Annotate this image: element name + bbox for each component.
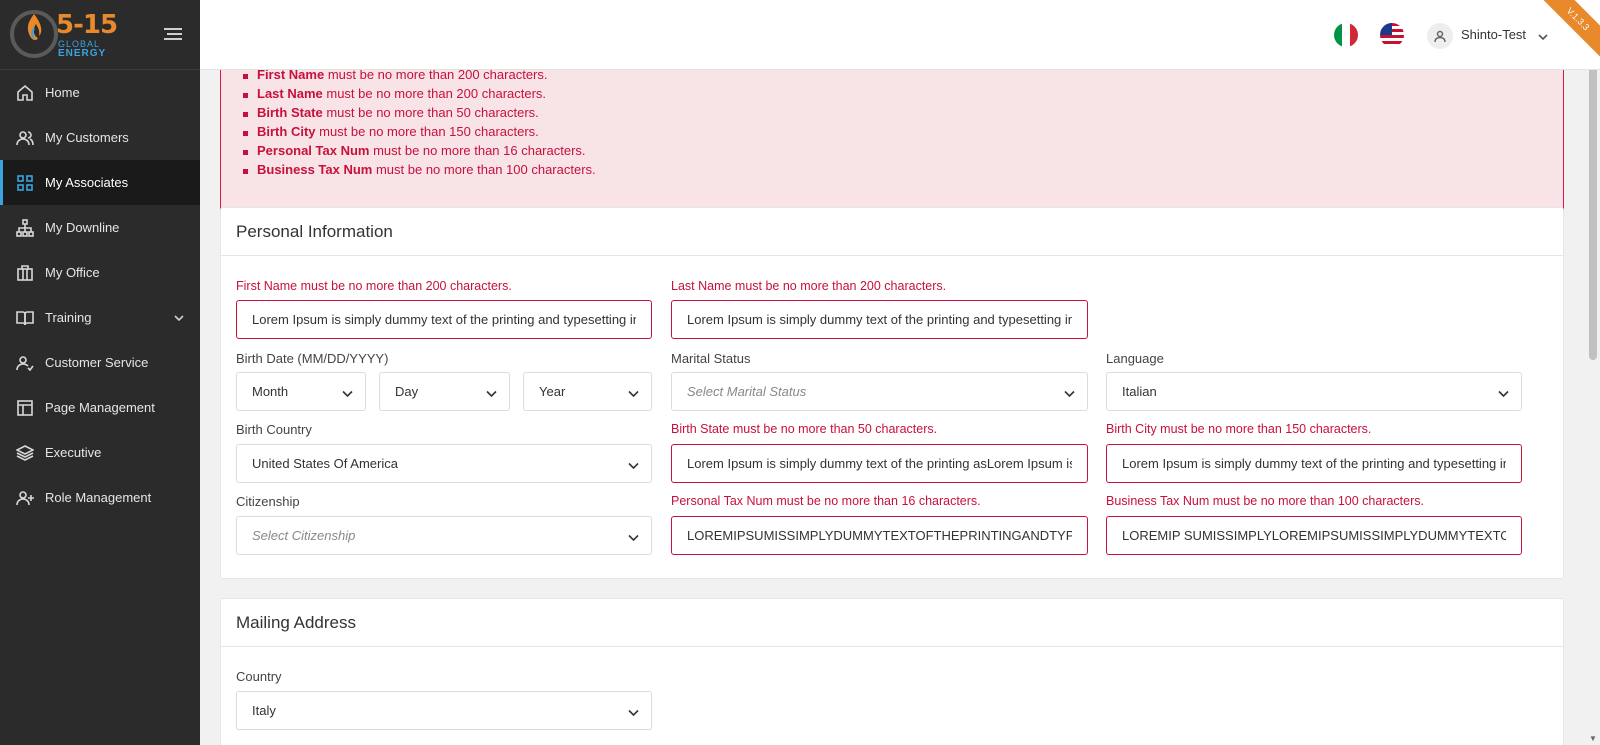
sidebar-item-label: My Associates <box>45 175 129 190</box>
chevron-down-icon[interactable] <box>1538 30 1548 41</box>
book-icon <box>16 309 34 327</box>
chevron-down-icon <box>342 387 353 398</box>
birth-state-input[interactable]: Lorem Ipsum is simply dummy text of the … <box>671 444 1088 483</box>
birth-year-select[interactable]: Year <box>523 372 652 411</box>
sidebar-item-label: Role Management <box>45 490 152 505</box>
chevron-down-icon <box>628 387 639 398</box>
logo-area: 5-15 GLOBAL ENERGY <box>0 0 200 70</box>
sidebar-item-label: Customer Service <box>45 355 149 370</box>
page-scrollbar[interactable]: ▼ <box>1586 60 1600 745</box>
sidebar-item-executive[interactable]: Executive <box>0 430 200 475</box>
mailing-address-card: Mailing Address Country Italy <box>220 598 1564 745</box>
last-name-input[interactable]: Lorem Ipsum is simply dummy text of the … <box>671 300 1088 339</box>
last-name-error: Last Name must be no more than 200 chara… <box>671 279 947 293</box>
users-icon <box>16 129 34 147</box>
chevron-down-icon <box>1064 387 1075 398</box>
card-title: Personal Information <box>221 208 1563 256</box>
main-content: First Name must be no more than 200 char… <box>200 70 1586 745</box>
scroll-down-arrow-icon[interactable]: ▼ <box>1589 734 1597 743</box>
birth-date-label: Birth Date (MM/DD/YYYY) <box>236 351 389 366</box>
sidebar: 5-15 GLOBAL ENERGY Home My Customers My … <box>0 0 200 745</box>
sidebar-item-customer-service[interactable]: Customer Service <box>0 340 200 385</box>
home-icon <box>16 84 34 102</box>
sidebar-item-label: Training <box>45 310 92 325</box>
error-item: Business Tax Num must be no more than 10… <box>243 162 596 181</box>
sidebar-item-my-associates[interactable]: My Associates <box>0 160 200 205</box>
business-tax-input[interactable]: LOREMIP SUMISSIMPLYLOREMIPSUMISSIMPLYDUM… <box>1106 516 1522 555</box>
sidebar-item-label: My Downline <box>45 220 120 235</box>
sidebar-item-my-customers[interactable]: My Customers <box>0 115 200 160</box>
layout-icon <box>16 399 34 417</box>
chevron-down-icon <box>174 311 184 322</box>
user-plus-icon <box>16 489 34 507</box>
personal-tax-error: Personal Tax Num must be no more than 16… <box>671 494 981 508</box>
birth-country-select[interactable]: United States Of America <box>236 444 652 483</box>
sidebar-item-label: Executive <box>45 445 102 460</box>
sidebar-item-training[interactable]: Training <box>0 295 200 340</box>
logo-number: 5-15 <box>56 10 118 40</box>
error-list: First Name must be no more than 200 char… <box>243 70 596 181</box>
marital-status-label: Marital Status <box>671 351 751 366</box>
first-name-error: First Name must be no more than 200 char… <box>236 279 512 293</box>
sidebar-item-label: Home <box>45 85 80 100</box>
sidebar-item-role-management[interactable]: Role Management <box>0 475 200 520</box>
italy-flag-icon[interactable] <box>1334 23 1358 47</box>
sidebar-item-my-downline[interactable]: My Downline <box>0 205 200 250</box>
sidebar-item-label: Page Management <box>45 400 155 415</box>
error-item: Birth City must be no more than 150 char… <box>243 124 596 143</box>
user-icon <box>1434 30 1446 43</box>
chevron-down-icon <box>628 459 639 470</box>
birth-city-error: Birth City must be no more than 150 char… <box>1106 422 1372 436</box>
marital-status-select[interactable]: Select Marital Status <box>671 372 1088 411</box>
user-check-icon <box>16 354 34 372</box>
language-select[interactable]: Italian <box>1106 372 1522 411</box>
sidebar-item-home[interactable]: Home <box>0 70 200 115</box>
birth-state-error: Birth State must be no more than 50 char… <box>671 422 938 436</box>
birth-day-select[interactable]: Day <box>379 372 510 411</box>
user-name[interactable]: Shinto-Test <box>1461 27 1526 42</box>
menu-toggle-icon[interactable] <box>164 28 182 42</box>
error-item: First Name must be no more than 200 char… <box>243 70 596 86</box>
grid-icon <box>16 174 34 192</box>
chevron-down-icon <box>486 387 497 398</box>
briefcase-icon <box>16 264 34 282</box>
scrollbar-thumb[interactable] <box>1589 60 1597 360</box>
sidebar-item-my-office[interactable]: My Office <box>0 250 200 295</box>
user-avatar[interactable] <box>1427 23 1453 49</box>
error-item: Last Name must be no more than 200 chara… <box>243 86 596 105</box>
error-item: Birth State must be no more than 50 char… <box>243 105 596 124</box>
card-title: Mailing Address <box>221 599 1563 647</box>
business-tax-error: Business Tax Num must be no more than 10… <box>1106 494 1424 508</box>
country-select[interactable]: Italy <box>236 691 652 730</box>
usa-flag-icon[interactable] <box>1380 23 1404 47</box>
chevron-down-icon <box>1498 387 1509 398</box>
language-label: Language <box>1106 351 1164 366</box>
citizenship-label: Citizenship <box>236 494 300 509</box>
logo-line2: ENERGY <box>58 48 107 59</box>
sidebar-nav: Home My Customers My Associates My Downl… <box>0 70 200 520</box>
flame-icon <box>27 14 42 41</box>
top-bar: Shinto-Test V.1.3.3 <box>200 0 1600 70</box>
citizenship-select[interactable]: Select Citizenship <box>236 516 652 555</box>
error-item: Personal Tax Num must be no more than 16… <box>243 143 596 162</box>
chevron-down-icon <box>628 706 639 717</box>
sidebar-item-label: My Customers <box>45 130 129 145</box>
sidebar-item-label: My Office <box>45 265 100 280</box>
birth-country-label: Birth Country <box>236 422 312 437</box>
personal-information-card: Personal Information First Name must be … <box>220 207 1564 579</box>
first-name-input[interactable]: Lorem Ipsum is simply dummy text of the … <box>236 300 652 339</box>
country-label: Country <box>236 669 282 684</box>
chevron-down-icon <box>628 531 639 542</box>
sidebar-item-page-management[interactable]: Page Management <box>0 385 200 430</box>
birth-city-input[interactable]: Lorem Ipsum is simply dummy text of the … <box>1106 444 1522 483</box>
personal-tax-input[interactable]: LOREMIPSUMISSIMPLYDUMMYTEXTOFTHEPRINTING… <box>671 516 1088 555</box>
layers-icon <box>16 444 34 462</box>
birth-month-select[interactable]: Month <box>236 372 366 411</box>
hierarchy-icon <box>16 218 34 237</box>
